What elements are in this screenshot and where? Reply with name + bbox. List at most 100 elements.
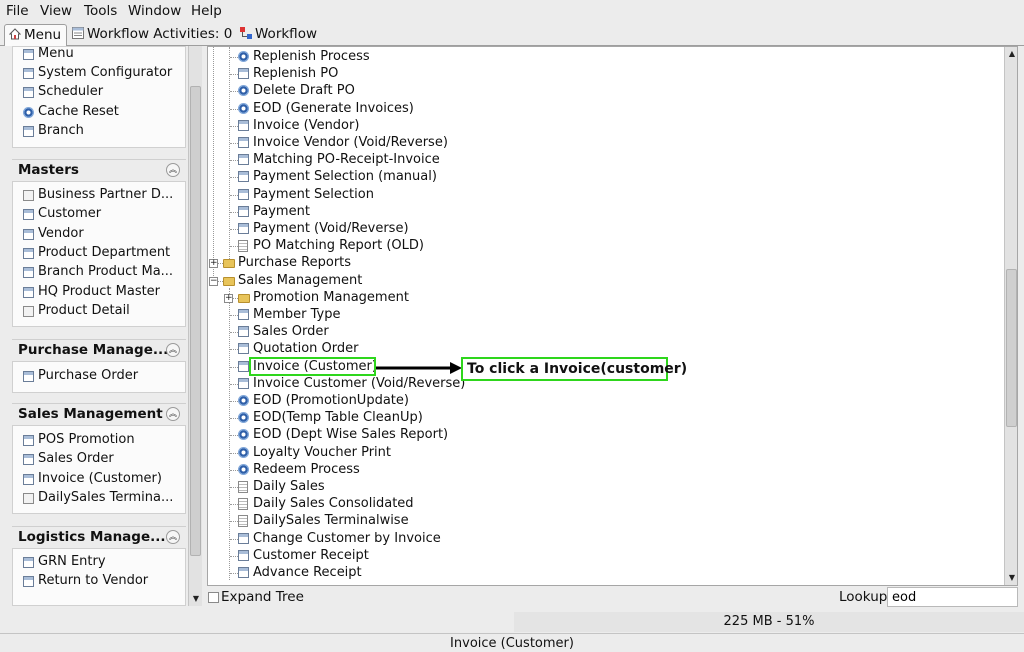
menu-file[interactable]: File bbox=[6, 3, 29, 19]
sidebar-item-label: Sales Order bbox=[38, 451, 114, 466]
tree-connector bbox=[230, 349, 238, 351]
menu-view[interactable]: View bbox=[40, 3, 72, 19]
collapse-node-icon[interactable]: − bbox=[209, 276, 218, 286]
window-icon bbox=[238, 188, 249, 200]
tree-item-label: DailySales Terminalwise bbox=[253, 513, 409, 529]
tree-item-label: Change Customer by Invoice bbox=[253, 530, 441, 546]
tree-scroll-thumb[interactable] bbox=[1006, 269, 1017, 427]
tree-connector bbox=[230, 332, 238, 334]
collapse-icon[interactable]: ︽ bbox=[166, 163, 180, 177]
window-icon bbox=[238, 326, 249, 338]
lookup-input[interactable] bbox=[887, 587, 1018, 607]
group-header-sales-management[interactable]: Sales Management ︽ bbox=[12, 403, 186, 425]
menu-tree: Replenish Process Replenish PO Delete Draf… bbox=[207, 46, 1018, 586]
tree-connector bbox=[230, 401, 238, 402]
sidebar-item-label: Branch bbox=[38, 123, 84, 138]
collapse-icon[interactable]: ︽ bbox=[166, 407, 180, 421]
tree-connector bbox=[230, 573, 238, 574]
tree-connector bbox=[230, 194, 238, 196]
window-icon bbox=[238, 137, 249, 148]
window-icon bbox=[23, 49, 34, 60]
sidebar-scrollbar[interactable]: ▼ bbox=[188, 46, 202, 606]
tree-item-label: EOD (Dept Wise Sales Report) bbox=[253, 427, 449, 443]
tree-connector bbox=[230, 538, 238, 540]
sidebar-item-label: Scheduler bbox=[38, 84, 104, 99]
gear-icon bbox=[238, 85, 249, 97]
window-icon bbox=[238, 223, 249, 234]
tree-scrollbar[interactable]: ▲ ▼ bbox=[1004, 47, 1017, 585]
home-icon bbox=[8, 28, 22, 40]
tree-connector bbox=[230, 143, 238, 144]
gear-icon bbox=[238, 51, 249, 62]
tree-connector bbox=[230, 487, 238, 488]
menu-window[interactable]: Window bbox=[128, 3, 181, 19]
tree-item-label: Payment bbox=[253, 203, 310, 219]
tree-connector bbox=[230, 108, 238, 110]
tree-item-label: Daily Sales bbox=[253, 479, 325, 494]
scroll-down-icon[interactable]: ▼ bbox=[1006, 572, 1017, 584]
group-header-masters[interactable]: Masters ︽ bbox=[12, 159, 186, 181]
tree-guide-line bbox=[229, 47, 230, 263]
tree-connector bbox=[230, 177, 238, 179]
tree-item-label: Promotion Management bbox=[253, 289, 409, 305]
tree-item-label: Redeem Process bbox=[253, 461, 360, 477]
tree-item-label: Matching PO-Receipt-Invoice bbox=[253, 152, 440, 168]
tab-menu-label: Menu bbox=[24, 27, 62, 43]
group-header-logistics-management[interactable]: Logistics Manage... ︽ bbox=[12, 526, 186, 548]
annotation-highlight-box bbox=[249, 357, 376, 376]
expand-node-icon[interactable]: + bbox=[224, 293, 233, 303]
tree-item-label: EOD(Temp Table CleanUp) bbox=[253, 410, 423, 426]
window-icon bbox=[238, 68, 249, 80]
gear-icon bbox=[238, 395, 249, 406]
status-bar: Invoice (Customer) bbox=[0, 633, 1024, 652]
box-icon bbox=[23, 493, 34, 504]
tree-item-label: Payment Selection bbox=[253, 186, 374, 202]
tree-connector bbox=[230, 229, 238, 230]
sidebar-item-label: Product Detail bbox=[38, 303, 130, 318]
group-header-purchase-management[interactable]: Purchase Manage... ︽ bbox=[12, 339, 186, 361]
window-icon bbox=[23, 209, 34, 220]
sidebar-item-label: Business Partner D... bbox=[38, 187, 174, 202]
window-icon bbox=[23, 248, 34, 259]
tab-workflow-activities-label: Workflow Activities: 0 bbox=[87, 26, 233, 42]
status-text: Invoice (Customer) bbox=[450, 636, 574, 651]
collapse-icon[interactable]: ︽ bbox=[166, 530, 180, 544]
window-icon bbox=[23, 267, 34, 278]
window-icon bbox=[238, 309, 249, 320]
menu-tools[interactable]: Tools bbox=[84, 3, 117, 19]
expand-tree-checkbox[interactable] bbox=[208, 592, 219, 603]
tree-connector bbox=[230, 160, 238, 162]
annotation-arrow bbox=[376, 362, 462, 374]
tree-connector bbox=[230, 555, 238, 557]
tree-item-label: Advance Receipt bbox=[253, 565, 362, 580]
tree-connector bbox=[230, 315, 238, 316]
expand-tree-label[interactable]: Expand Tree bbox=[221, 589, 304, 605]
menu-help[interactable]: Help bbox=[191, 3, 222, 19]
scroll-up-icon[interactable]: ▲ bbox=[1006, 48, 1017, 60]
collapse-icon[interactable]: ︽ bbox=[166, 343, 180, 357]
window-icon bbox=[238, 567, 249, 578]
scroll-down-icon[interactable]: ▼ bbox=[190, 593, 202, 605]
window-icon bbox=[23, 576, 34, 587]
sidebar: Menu System Configurator Scheduler Cache… bbox=[4, 46, 202, 606]
gear-icon bbox=[23, 107, 34, 118]
tab-workflow[interactable]: Workflow bbox=[236, 24, 322, 46]
lookup-label: Lookup bbox=[839, 589, 888, 605]
window-icon bbox=[238, 154, 249, 166]
tree-connector bbox=[230, 57, 238, 58]
tree-item-label: Replenish PO bbox=[253, 66, 339, 82]
tree-connector bbox=[230, 521, 238, 523]
tree-connector bbox=[230, 383, 238, 385]
tab-workflow-activities[interactable]: Workflow Activities: 0 bbox=[68, 24, 237, 46]
expand-node-icon[interactable]: + bbox=[209, 259, 218, 269]
tree-item-label: Daily Sales Consolidated bbox=[253, 496, 414, 512]
memory-indicator[interactable]: 225 MB - 51% bbox=[514, 612, 1024, 632]
sidebar-item-label: Return to Vendor bbox=[38, 573, 149, 588]
sidebar-scroll-thumb[interactable] bbox=[190, 86, 201, 556]
group-title: Purchase Manage... bbox=[18, 342, 169, 358]
group-title: Masters bbox=[18, 162, 79, 178]
sidebar-item-label: GRN Entry bbox=[38, 554, 106, 569]
sidebar-item-label: POS Promotion bbox=[38, 432, 135, 447]
tab-menu[interactable]: Menu bbox=[4, 24, 68, 46]
sidebar-item-label: Invoice (Customer) bbox=[38, 471, 162, 486]
